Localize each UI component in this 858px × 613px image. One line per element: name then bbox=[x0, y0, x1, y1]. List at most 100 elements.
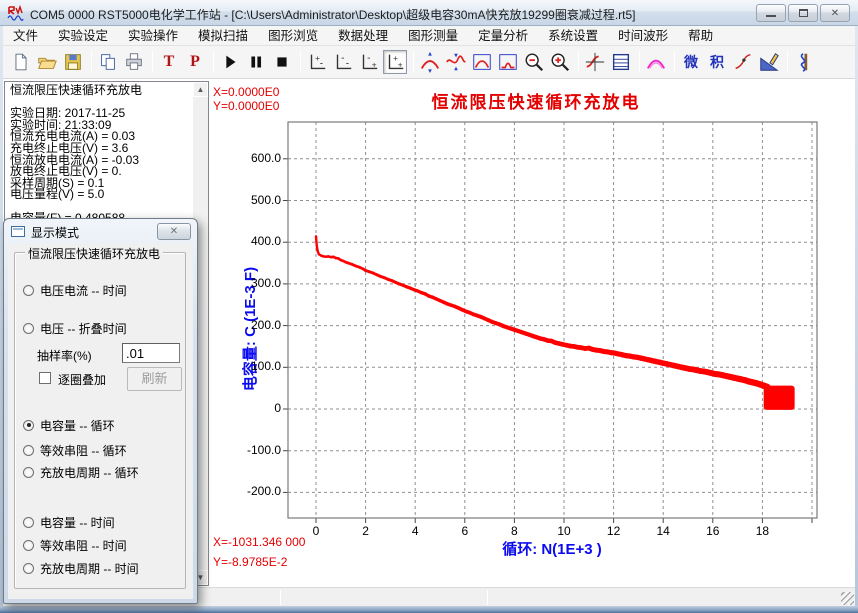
menu-item[interactable]: 帮助 bbox=[678, 26, 723, 46]
radio-icon[interactable] bbox=[23, 445, 34, 456]
scroll-up-icon[interactable]: ▲ bbox=[193, 82, 208, 97]
close-icon: ✕ bbox=[831, 8, 839, 19]
menu-item[interactable]: 系统设置 bbox=[538, 26, 608, 46]
refresh-button[interactable]: 刷新 bbox=[127, 367, 182, 391]
radio-option[interactable]: 电容量 -- 循环 bbox=[23, 417, 115, 433]
data-list-button[interactable] bbox=[609, 50, 633, 74]
radio-option[interactable]: 充放电周期 -- 循环 bbox=[23, 464, 139, 480]
smoothing-button[interactable] bbox=[644, 50, 668, 74]
svg-text:+: + bbox=[398, 61, 403, 70]
integrate-icon: 积 bbox=[710, 52, 724, 72]
point-annotation-button[interactable]: P bbox=[183, 50, 207, 74]
measure-cursor-button[interactable] bbox=[583, 50, 607, 74]
x-tick-label: 0 bbox=[301, 524, 331, 538]
title-bar[interactable]: COM5 0000 RST5000电化学工作站 - [C:\Users\Admi… bbox=[0, 0, 858, 26]
minimize-icon bbox=[766, 14, 776, 17]
open-file-button[interactable] bbox=[35, 50, 59, 74]
x-tick-label: 4 bbox=[400, 524, 430, 538]
maximize-button[interactable] bbox=[788, 4, 818, 22]
derivative-curve-button[interactable] bbox=[731, 50, 755, 74]
info-line: 恒流限压快速循环充放电 bbox=[10, 85, 191, 97]
radio-selected-icon[interactable] bbox=[23, 420, 34, 431]
radio-icon[interactable] bbox=[23, 467, 34, 478]
dialog-close-button[interactable]: ✕ bbox=[157, 223, 191, 240]
resize-grip[interactable] bbox=[841, 592, 854, 605]
save-button[interactable] bbox=[61, 50, 85, 74]
menu-item[interactable]: 定量分析 bbox=[468, 26, 538, 46]
groupbox-label: 恒流限压快速循环充放电 bbox=[25, 245, 163, 262]
zoom-box-part-button[interactable] bbox=[496, 50, 520, 74]
zoom-out-button[interactable] bbox=[522, 50, 546, 74]
axis-mode-4-button[interactable]: ++ bbox=[383, 50, 407, 74]
cursor-readout-y-top: Y=0.0000E0 bbox=[213, 99, 279, 113]
menu-item[interactable]: 文件 bbox=[3, 26, 48, 46]
radio-icon[interactable] bbox=[23, 323, 34, 334]
boxed-peak-icon bbox=[471, 51, 493, 73]
zoom-box-full-button[interactable] bbox=[470, 50, 494, 74]
compress-y-button[interactable] bbox=[444, 50, 468, 74]
y-tick-label: 400.0 bbox=[217, 234, 281, 248]
sample-rate-input[interactable] bbox=[122, 343, 180, 363]
radio-icon[interactable] bbox=[23, 540, 34, 551]
app-window: COM5 0000 RST5000电化学工作站 - [C:\Users\Admi… bbox=[0, 0, 858, 613]
toolbar-separator bbox=[578, 51, 579, 73]
menu-item[interactable]: 时间波形 bbox=[608, 26, 678, 46]
stop-button[interactable] bbox=[270, 50, 294, 74]
pause-icon bbox=[245, 51, 267, 73]
menu-item[interactable]: 图形测量 bbox=[398, 26, 468, 46]
maximize-icon bbox=[799, 9, 808, 17]
toolbar-separator bbox=[674, 51, 675, 73]
menu-bar: 文件实验设定实验操作模拟扫描图形浏览数据处理图形测量定量分析系统设置时间波形帮助 bbox=[3, 26, 855, 46]
window-frame-bottom bbox=[0, 606, 858, 613]
radio-option[interactable]: 电压 -- 折叠时间 bbox=[23, 320, 127, 336]
differentiate-button[interactable]: 微 bbox=[679, 50, 703, 74]
radio-option[interactable]: 等效串阻 -- 循环 bbox=[23, 442, 127, 458]
menu-item[interactable]: 数据处理 bbox=[328, 26, 398, 46]
display-mode-dialog[interactable]: 显示模式 ✕ 恒流限压快速循环充放电 电压电流 -- 时间电压 -- 折叠时间电… bbox=[3, 218, 198, 604]
save-floppy-icon bbox=[62, 51, 84, 73]
new-file-button[interactable] bbox=[9, 50, 33, 74]
time-waveform-button[interactable] bbox=[792, 50, 816, 74]
zoom-in-button[interactable] bbox=[548, 50, 572, 74]
data-table-icon bbox=[610, 51, 632, 73]
integrate-button[interactable]: 积 bbox=[705, 50, 729, 74]
radio-label: 等效串阻 -- 循环 bbox=[40, 442, 127, 459]
open-folder-icon bbox=[36, 51, 58, 73]
radio-icon[interactable] bbox=[23, 285, 34, 296]
copy-button[interactable] bbox=[96, 50, 120, 74]
expand-y-button[interactable] bbox=[418, 50, 442, 74]
boxed-small-peak-icon bbox=[497, 51, 519, 73]
print-button[interactable] bbox=[122, 50, 146, 74]
edit-graph-button[interactable] bbox=[757, 50, 781, 74]
chart-area: X=0.0000E0 Y=0.0000E0 恒流限压快速循环充放电 电容量: C… bbox=[211, 79, 855, 587]
axis-mode-1-button[interactable]: +- bbox=[305, 50, 329, 74]
minimize-button[interactable] bbox=[756, 4, 786, 22]
radio-label: 充放电周期 -- 循环 bbox=[40, 464, 139, 481]
radio-icon[interactable] bbox=[23, 517, 34, 528]
axis-mode-2-button[interactable]: -- bbox=[331, 50, 355, 74]
menu-item[interactable]: 图形浏览 bbox=[258, 26, 328, 46]
radio-option[interactable]: 等效串阻 -- 时间 bbox=[23, 537, 127, 553]
radio-option[interactable]: 充放电周期 -- 时间 bbox=[23, 560, 139, 576]
axis-minus-minus-icon: -- bbox=[332, 51, 354, 73]
svg-text:-: - bbox=[346, 59, 349, 70]
overlay-checkbox[interactable] bbox=[39, 372, 51, 384]
menu-item[interactable]: 模拟扫描 bbox=[188, 26, 258, 46]
pause-button[interactable] bbox=[244, 50, 268, 74]
new-file-icon bbox=[10, 51, 32, 73]
x-tick-label: 2 bbox=[351, 524, 381, 538]
x-axis-label: 循环: N(1E+3 ) bbox=[375, 538, 729, 559]
text-annotation-button[interactable]: T bbox=[157, 50, 181, 74]
letter-t-icon: T bbox=[164, 53, 175, 71]
menu-item[interactable]: 实验操作 bbox=[118, 26, 188, 46]
run-button[interactable] bbox=[218, 50, 242, 74]
menu-item[interactable]: 实验设定 bbox=[48, 26, 118, 46]
plot-region[interactable] bbox=[288, 122, 817, 518]
x-tick-label: 18 bbox=[747, 524, 777, 538]
radio-option[interactable]: 电压电流 -- 时间 bbox=[23, 282, 127, 298]
radio-option[interactable]: 电容量 -- 时间 bbox=[23, 514, 115, 530]
axis-mode-3-button[interactable]: -+ bbox=[357, 50, 381, 74]
radio-icon[interactable] bbox=[23, 563, 34, 574]
toolbar-separator bbox=[91, 51, 92, 73]
close-button[interactable]: ✕ bbox=[820, 4, 850, 22]
